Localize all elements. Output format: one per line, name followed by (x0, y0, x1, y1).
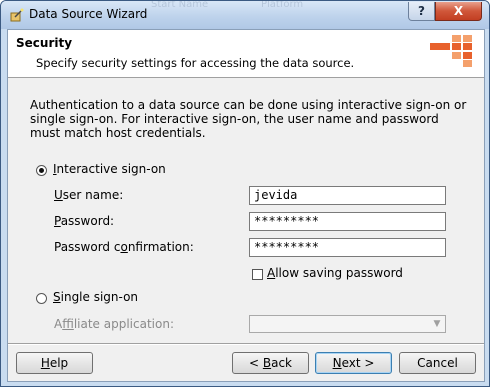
mnemonic: N (332, 356, 342, 370)
back-button[interactable]: < Back (232, 352, 309, 374)
mnemonic: H (40, 356, 50, 370)
password-confirm-label: Password confirmation: (54, 240, 194, 254)
ghost-text: Platform (261, 0, 304, 10)
title-bar[interactable]: Data Source Wizard Start Name Platform ?… (1, 0, 489, 29)
button-label: ext > (341, 356, 375, 370)
page-title: Security (16, 36, 73, 50)
interactive-signon-label[interactable]: Interactive sign-on (53, 162, 166, 176)
password-field[interactable]: ********* (249, 212, 446, 231)
button-label: ack (271, 356, 292, 370)
label-text: A (54, 317, 63, 331)
mnemonic: S (53, 290, 61, 304)
label-text: ingle sign-on (60, 290, 139, 304)
mnemonic: U (54, 188, 63, 202)
window-title: Data Source Wizard (29, 7, 148, 21)
password-label: Password: (54, 214, 114, 228)
single-signon-radio[interactable] (36, 293, 47, 304)
username-field[interactable]: jevida (249, 186, 446, 205)
divider (8, 343, 484, 345)
label-text: assword: (60, 214, 115, 228)
cancel-button[interactable]: Cancel (399, 352, 476, 374)
wizard-client-area: Security Specify security settings for a… (7, 29, 485, 382)
help-button[interactable]: Help (16, 352, 93, 374)
close-button[interactable]: X (435, 2, 482, 21)
button-label: < (248, 356, 263, 370)
allow-saving-checkbox[interactable] (252, 269, 263, 280)
auth-description: Authentication to a data source can be d… (30, 98, 467, 140)
affiliate-application-select[interactable]: ▼ (249, 315, 446, 333)
label-text: filiate application: (73, 317, 174, 331)
ghost-text: Start Name (151, 0, 209, 10)
allow-saving-label[interactable]: Allow saving password (267, 266, 403, 280)
username-label: User name: (54, 188, 123, 202)
title-help-button[interactable]: ? (408, 2, 435, 21)
wizard-wand-icon (10, 8, 24, 22)
mnemonic: P (54, 214, 61, 228)
mnemonic: o (120, 240, 128, 254)
label-text: nfirmation: (127, 240, 194, 254)
interactive-signon-radio[interactable] (36, 165, 47, 176)
label-text: nteractive sign-on (56, 162, 166, 176)
chevron-down-icon: ▼ (433, 319, 441, 329)
mnemonic: A (267, 266, 276, 280)
page-subtitle: Specify security settings for accessing … (36, 56, 355, 70)
mnemonic: f (62, 317, 74, 331)
wizard-window: Data Source Wizard Start Name Platform ?… (0, 0, 490, 387)
single-signon-label[interactable]: Single sign-on (53, 290, 138, 304)
next-button[interactable]: Next > (315, 352, 392, 374)
affiliate-label: Affiliate application: (54, 317, 174, 331)
mnemonic: B (262, 356, 272, 370)
wizard-logo-icon (430, 35, 472, 67)
button-label: elp (49, 356, 69, 370)
label-text: llow saving password (275, 266, 403, 280)
wizard-header: Security Specify security settings for a… (8, 30, 484, 78)
label-text: Password c (54, 240, 121, 254)
label-text: ser name: (62, 188, 124, 202)
password-confirm-field[interactable]: ********* (249, 238, 446, 257)
